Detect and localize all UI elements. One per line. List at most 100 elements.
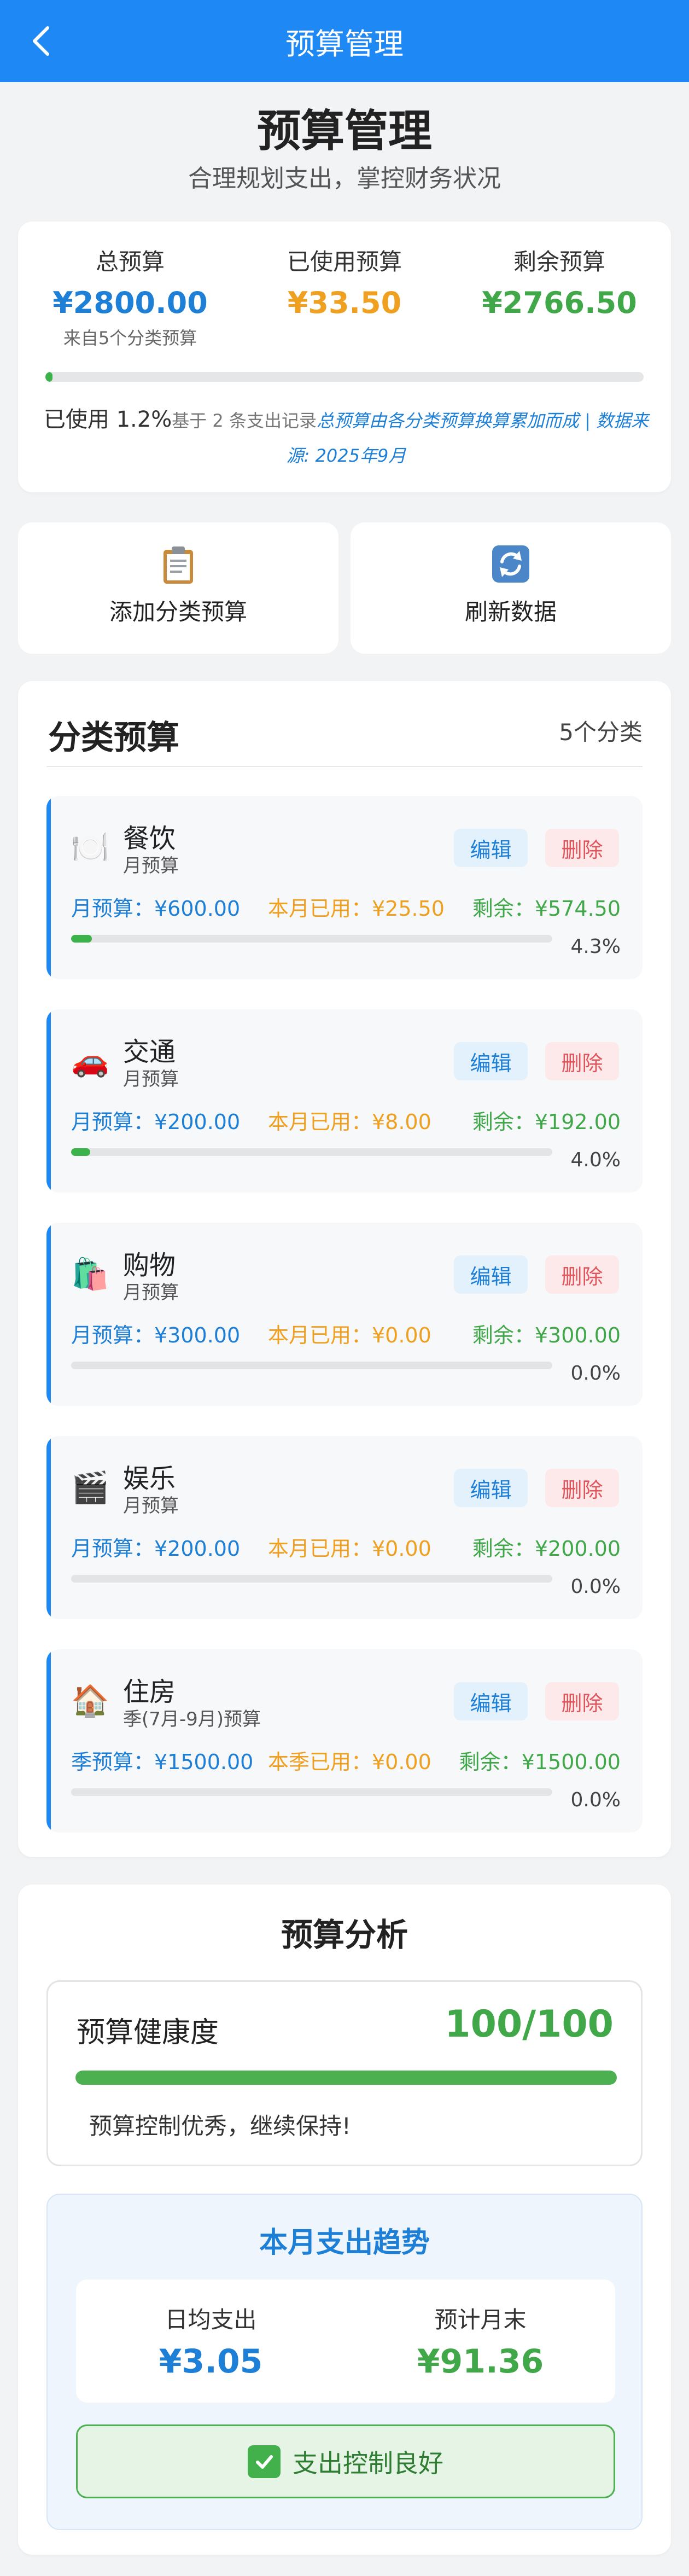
category-progress-fill bbox=[71, 1148, 91, 1156]
category-percent: 4.0% bbox=[570, 1149, 621, 1171]
trend-title: 本月支出趋势 bbox=[259, 2226, 430, 2259]
spending-status-badge: 支出控制良好 bbox=[76, 2424, 615, 2498]
category-budget: 月预算：¥200.00 bbox=[71, 1537, 241, 1561]
health-message: 预算控制优秀，继续保持! bbox=[89, 2113, 351, 2139]
delete-button[interactable]: 删除 bbox=[545, 829, 619, 867]
daily-spending-stat: 日均支出 ¥3.05 bbox=[76, 2301, 346, 2381]
total-budget-value: ¥2800.00 bbox=[52, 286, 208, 320]
refresh-data-label: 刷新数据 bbox=[464, 598, 557, 625]
category-used: 本月已用：¥0.00 bbox=[268, 1537, 431, 1561]
category-remain: 剩余：¥574.50 bbox=[472, 897, 621, 921]
category-progress-bar bbox=[71, 1575, 552, 1583]
category-name: 购物 bbox=[123, 1250, 176, 1281]
category-section-title: 分类预算 bbox=[48, 719, 179, 757]
category-item: 🛍️ 购物 月预算 编辑 删除 月预算：¥300.00 本月已用：¥0.00 剩… bbox=[46, 1223, 643, 1406]
summary-progress-bar bbox=[45, 372, 644, 382]
section-divider bbox=[46, 766, 643, 767]
health-label: 预算健康度 bbox=[77, 2016, 219, 2049]
summary-progress-fill bbox=[45, 372, 53, 382]
edit-button[interactable]: 编辑 bbox=[454, 1682, 528, 1720]
shopping-bag-icon: 🛍️ bbox=[71, 1257, 109, 1292]
total-budget-label: 总预算 bbox=[95, 248, 165, 275]
edit-button[interactable]: 编辑 bbox=[454, 1469, 528, 1507]
page-subtitle: 合理规划支出，掌控财务状况 bbox=[188, 165, 501, 193]
category-progress-bar bbox=[71, 935, 552, 943]
category-used: 本月已用：¥0.00 bbox=[268, 1323, 431, 1347]
page-title: 预算管理 bbox=[257, 106, 432, 156]
dining-icon: 🍽️ bbox=[71, 830, 109, 865]
category-name: 交通 bbox=[123, 1037, 176, 1067]
add-category-budget-label: 添加分类预算 bbox=[109, 598, 247, 625]
remain-budget-stat: 剩余预算 ¥2766.50 bbox=[456, 243, 663, 320]
category-item: 🏠 住房 季(7月-9月)预算 编辑 删除 季预算：¥1500.00 本季已用：… bbox=[46, 1649, 643, 1833]
category-budget: 月预算：¥200.00 bbox=[71, 1110, 241, 1134]
total-budget-note: 来自5个分类预算 bbox=[63, 328, 197, 348]
category-name: 娱乐 bbox=[123, 1463, 176, 1494]
forecast-label: 预计月末 bbox=[434, 2306, 527, 2333]
source-note: 总预算由各分类预算换算累加而成 | 数据来源: 2025年9月 bbox=[286, 410, 649, 466]
delete-button[interactable]: 删除 bbox=[545, 1255, 619, 1294]
category-remain: 剩余：¥200.00 bbox=[472, 1537, 621, 1561]
category-percent: 0.0% bbox=[570, 1789, 621, 1811]
category-remain: 剩余：¥192.00 bbox=[472, 1110, 621, 1134]
category-used: 本月已用：¥8.00 bbox=[268, 1110, 431, 1134]
forecast-value: ¥91.36 bbox=[417, 2342, 544, 2381]
navbar: 预算管理 bbox=[0, 0, 689, 82]
chevron-left-icon bbox=[33, 26, 49, 56]
budget-summary-card: 总预算 ¥2800.00 来自5个分类预算 已使用预算 ¥33.50 剩余预算 … bbox=[18, 222, 671, 492]
car-icon: 🚗 bbox=[71, 1043, 109, 1079]
edit-button[interactable]: 编辑 bbox=[454, 829, 528, 867]
category-used: 本季已用：¥0.00 bbox=[268, 1750, 431, 1774]
back-button[interactable] bbox=[22, 22, 60, 60]
category-remain: 剩余：¥300.00 bbox=[472, 1323, 621, 1347]
category-budget: 季预算：¥1500.00 bbox=[71, 1750, 254, 1774]
edit-button[interactable]: 编辑 bbox=[454, 1042, 528, 1080]
summary-footer: 已使用 1.2%基于 2 条支出记录总预算由各分类预算换算累加而成 | 数据来源… bbox=[40, 402, 652, 473]
category-budget: 月预算：¥600.00 bbox=[71, 897, 241, 921]
edit-button[interactable]: 编辑 bbox=[454, 1255, 528, 1294]
category-item: 🍽️ 餐饮 月预算 编辑 删除 月预算：¥600.00 本月已用：¥25.50 … bbox=[46, 796, 643, 979]
check-mark-icon bbox=[248, 2445, 281, 2478]
spending-status-text: 支出控制良好 bbox=[293, 2448, 443, 2478]
clapperboard-icon: 🎬 bbox=[71, 1470, 109, 1505]
delete-button[interactable]: 删除 bbox=[545, 1469, 619, 1507]
refresh-icon bbox=[492, 545, 529, 583]
category-period: 月预算 bbox=[123, 1282, 179, 1304]
category-progress-bar bbox=[71, 1788, 552, 1796]
category-item: 🎬 娱乐 月预算 编辑 删除 月预算：¥200.00 本月已用：¥0.00 剩余… bbox=[46, 1436, 643, 1619]
record-note: 基于 2 条支出记录 bbox=[172, 410, 317, 431]
category-progress-bar bbox=[71, 1148, 552, 1156]
health-score: 100/100 bbox=[445, 2003, 614, 2046]
used-percent-text: 已使用 1.2% bbox=[43, 407, 172, 432]
refresh-data-button[interactable]: 刷新数据 bbox=[351, 522, 671, 654]
category-name: 住房 bbox=[123, 1677, 176, 1707]
health-progress-bar bbox=[75, 2071, 617, 2085]
used-budget-stat: 已使用预算 ¥33.50 bbox=[241, 243, 448, 320]
spending-trend-panel: 本月支出趋势 日均支出 ¥3.05 预计月末 ¥91.36 支出控制良好 bbox=[46, 2194, 643, 2530]
used-budget-value: ¥33.50 bbox=[287, 286, 402, 320]
used-budget-label: 已使用预算 bbox=[287, 248, 402, 275]
category-percent: 0.0% bbox=[570, 1362, 621, 1385]
clipboard-icon bbox=[164, 546, 193, 584]
remain-budget-value: ¥2766.50 bbox=[482, 286, 637, 320]
budget-analysis-card: 预算分析 预算健康度 100/100 预算控制优秀，继续保持! 本月支出趋势 日… bbox=[18, 1885, 671, 2555]
delete-button[interactable]: 删除 bbox=[545, 1042, 619, 1080]
add-category-budget-button[interactable]: 添加分类预算 bbox=[18, 522, 338, 654]
category-period: 月预算 bbox=[123, 1068, 179, 1090]
remain-budget-label: 剩余预算 bbox=[513, 248, 605, 275]
category-count: 5个分类 bbox=[559, 719, 643, 746]
category-budgets-card: 分类预算 5个分类 🍽️ 餐饮 月预算 编辑 删除 月预算：¥600.00 本月… bbox=[18, 681, 671, 1857]
trend-stats-box: 日均支出 ¥3.05 预计月末 ¥91.36 bbox=[76, 2280, 615, 2403]
forecast-stat: 预计月末 ¥91.36 bbox=[346, 2301, 615, 2381]
daily-spending-value: ¥3.05 bbox=[159, 2342, 263, 2381]
category-percent: 0.0% bbox=[570, 1575, 621, 1598]
delete-button[interactable]: 删除 bbox=[545, 1682, 619, 1720]
category-progress-bar bbox=[71, 1362, 552, 1369]
total-budget-stat: 总预算 ¥2800.00 来自5个分类预算 bbox=[26, 243, 234, 350]
category-percent: 4.3% bbox=[570, 935, 621, 958]
daily-spending-label: 日均支出 bbox=[165, 2306, 257, 2333]
nav-title: 预算管理 bbox=[285, 26, 404, 61]
health-progress-fill bbox=[75, 2071, 617, 2085]
analysis-title: 预算分析 bbox=[281, 1916, 408, 1953]
category-used: 本月已用：¥25.50 bbox=[268, 897, 445, 921]
